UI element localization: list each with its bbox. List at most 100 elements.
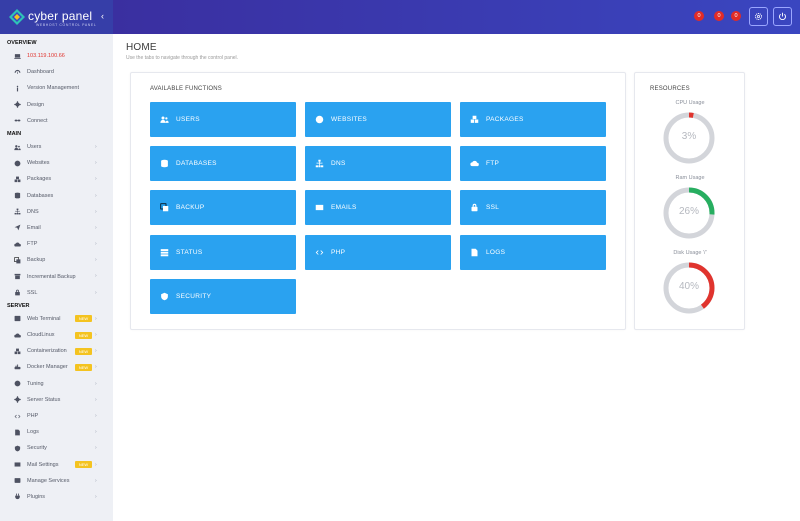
link-icon	[14, 119, 20, 122]
packages-button[interactable]: PACKAGES	[460, 102, 606, 137]
lock-icon	[13, 289, 21, 297]
sidebar-nav: OVERVIEW 103.119.100.66 Dashboard Version …	[0, 38, 113, 505]
sidebar-item-security[interactable]: Security ›	[0, 440, 113, 456]
shield-icon	[161, 292, 168, 301]
chevron-right-icon: ›	[95, 224, 97, 231]
chevron-right-icon: ›	[95, 241, 97, 248]
sidebar-item-web-terminal[interactable]: Web Terminal NEW ›	[0, 311, 113, 327]
cloud-upload-icon	[13, 240, 21, 248]
cloud-icon	[13, 333, 21, 338]
brand-name: cyber panel	[28, 9, 93, 23]
function-label: PHP	[331, 249, 346, 256]
top-bar: 0 0 0	[113, 0, 800, 34]
sidebar-item-ssl[interactable]: SSL ›	[0, 285, 113, 301]
section-server: SERVER	[7, 302, 30, 309]
sidebar-item-databases[interactable]: Databases ›	[0, 188, 113, 204]
emails-button[interactable]: EMAILS	[305, 190, 451, 225]
usage-gauge: 40%	[662, 261, 716, 315]
sidebar-item-docker-manager[interactable]: Docker Manager NEW ›	[0, 359, 113, 375]
sidebar-item-label: Incremental Backup	[27, 273, 76, 280]
sidebar-item-label: Mail Settings	[27, 461, 59, 468]
function-label: USERS	[176, 116, 200, 123]
chevron-left-icon[interactable]: ‹	[101, 11, 104, 21]
notification-badge[interactable]: 0	[731, 11, 741, 21]
cubes-icon	[14, 176, 20, 183]
function-label: PACKAGES	[486, 116, 524, 123]
sidebar-item-label: Manage Services	[27, 477, 70, 484]
tuning-icon	[13, 380, 21, 388]
sidebar-item-websites[interactable]: Websites ›	[0, 155, 113, 171]
settings-button[interactable]	[749, 7, 768, 26]
sidebar-item-email[interactable]: Email ›	[0, 220, 113, 236]
cubes-icon	[13, 175, 21, 183]
sidebar-item-dns[interactable]: DNS ›	[0, 204, 113, 220]
sidebar-item-tuning[interactable]: Tuning ›	[0, 376, 113, 392]
sidebar-item-label: Logs	[27, 429, 39, 436]
page-subtitle: Use the tabs to navigate through the con…	[126, 55, 239, 61]
php-button[interactable]: PHP	[305, 235, 451, 270]
gauge-value: 40%	[678, 281, 699, 292]
notification-badge[interactable]: 0	[694, 11, 704, 21]
users-icon	[13, 144, 21, 150]
ftp-button[interactable]: FTP	[460, 146, 606, 181]
section-main: MAIN	[7, 130, 22, 137]
function-label: DNS	[331, 160, 346, 167]
sidebar-item-103-119-100-66[interactable]: 103.119.100.66	[0, 48, 113, 64]
sidebar-item-plugins[interactable]: Plugins ›	[0, 489, 113, 505]
sidebar-item-incremental-backup[interactable]: Incremental Backup ›	[0, 268, 113, 284]
websites-button[interactable]: WEBSITES	[305, 102, 451, 137]
function-label: SECURITY	[176, 293, 212, 300]
chevron-right-icon: ›	[95, 412, 97, 419]
section-overview: OVERVIEW	[7, 40, 37, 46]
function-label: WEBSITES	[331, 116, 367, 123]
dns-button[interactable]: DNS	[305, 146, 451, 181]
sidebar: cyber panel WEBHOST CONTROL PANEL ‹ OVER…	[0, 0, 113, 521]
plug-icon	[14, 494, 20, 500]
users-icon	[13, 143, 21, 151]
sidebar-item-packages[interactable]: Packages ›	[0, 171, 113, 187]
envelope-icon	[14, 462, 20, 467]
gear-icon	[13, 101, 21, 108]
security-button[interactable]: SECURITY	[150, 279, 296, 314]
sidebar-item-mail-settings[interactable]: Mail Settings NEW ›	[0, 457, 113, 473]
sidebar-item-label: SSL	[27, 289, 38, 296]
sidebar-item-design[interactable]: Design	[0, 97, 113, 113]
lock-icon	[14, 289, 20, 296]
sidebar-item-manage-services[interactable]: Manage Services ›	[0, 473, 113, 489]
code-icon	[13, 412, 21, 420]
dashboard-icon	[13, 68, 21, 76]
notification-badge[interactable]: 0	[714, 11, 724, 21]
sidebar-item-label: Email	[27, 224, 41, 231]
chevron-right-icon: ›	[95, 429, 97, 436]
chevron-right-icon: ›	[95, 176, 97, 183]
databases-button[interactable]: DATABASES	[150, 146, 296, 181]
new-badge: NEW	[75, 347, 92, 355]
ssl-button[interactable]: SSL	[460, 190, 606, 225]
cubes-icon	[14, 348, 20, 354]
docker-icon	[14, 364, 20, 370]
sidebar-item-logs[interactable]: Logs ›	[0, 424, 113, 440]
sidebar-item-backup[interactable]: Backup ›	[0, 252, 113, 268]
sidebar-item-php[interactable]: PHP ›	[0, 408, 113, 424]
sidebar-item-dashboard[interactable]: Dashboard	[0, 64, 113, 80]
new-badge: NEW	[75, 315, 92, 323]
logs-button[interactable]: LOGS	[460, 235, 606, 270]
power-button[interactable]	[773, 7, 792, 26]
sidebar-item-users[interactable]: Users ›	[0, 139, 113, 155]
plug-icon	[13, 493, 21, 501]
sidebar-item-version-management[interactable]: Version Management	[0, 80, 113, 96]
function-label: DATABASES	[176, 160, 217, 167]
function-label: SSL	[486, 204, 500, 211]
function-label: BACKUP	[176, 204, 205, 211]
users-button[interactable]: USERS	[150, 102, 296, 137]
status-button[interactable]: STATUS	[150, 235, 296, 270]
backup-button[interactable]: BACKUP	[150, 190, 296, 225]
code-icon	[14, 414, 20, 418]
sidebar-item-containerization[interactable]: Containerization NEW ›	[0, 343, 113, 359]
sidebar-item-cloudlinux[interactable]: CloudLinux NEW ›	[0, 327, 113, 343]
dashboard-icon	[14, 69, 20, 74]
chevron-right-icon: ›	[95, 348, 97, 355]
sidebar-item-server-status[interactable]: Server Status ›	[0, 392, 113, 408]
sidebar-item-ftp[interactable]: FTP ›	[0, 236, 113, 252]
sidebar-item-connect[interactable]: Connect	[0, 113, 113, 129]
